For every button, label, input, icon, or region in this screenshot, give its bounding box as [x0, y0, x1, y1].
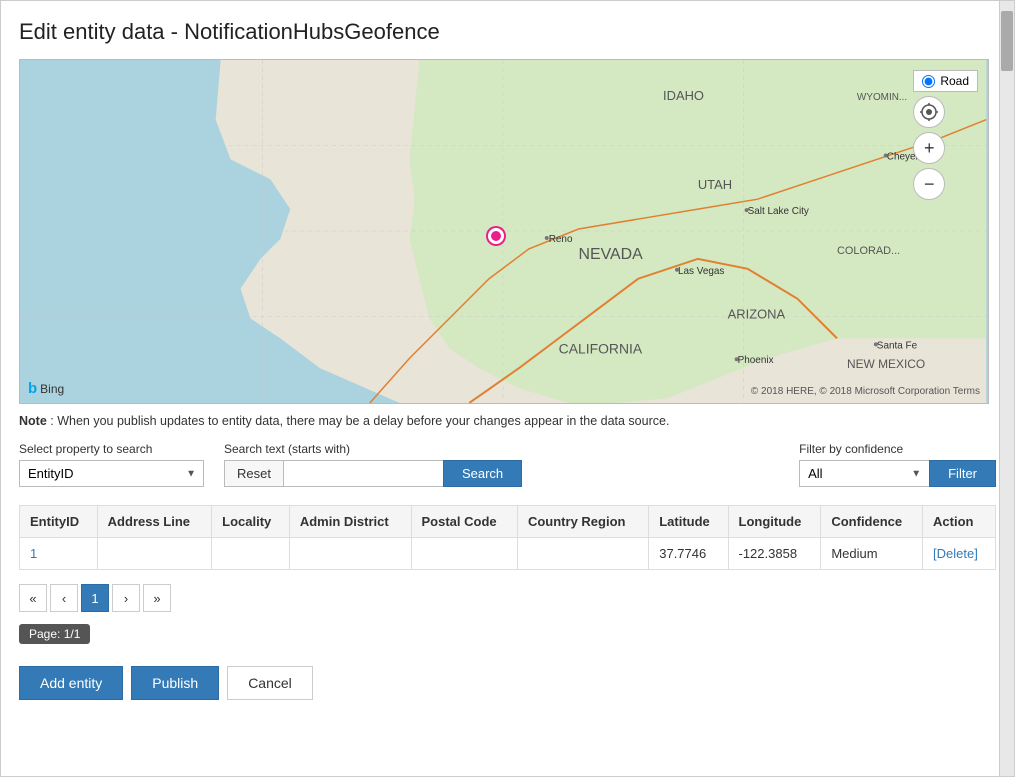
- search-text-label: Search text (starts with): [224, 442, 522, 456]
- svg-text:IDAHO: IDAHO: [663, 88, 704, 103]
- col-latitude: Latitude: [649, 506, 728, 538]
- map-road-label: Road: [940, 74, 969, 88]
- cell-address-line: [97, 538, 211, 570]
- property-search-label: Select property to search: [19, 442, 204, 456]
- table-header: EntityID Address Line Locality Admin Dis…: [20, 506, 996, 538]
- map-road-radio[interactable]: [922, 75, 935, 88]
- note-content: : When you publish updates to entity dat…: [50, 414, 669, 428]
- search-input[interactable]: [283, 460, 443, 487]
- search-text-group: Search text (starts with) Reset Search: [224, 442, 522, 487]
- search-bar: Select property to search EntityID Addre…: [19, 442, 996, 487]
- filter-row: All High Medium Low ▼ Filter: [799, 460, 996, 487]
- zoom-out-icon: −: [924, 174, 935, 195]
- main-window: Edit entity data - NotificationHubsGeofe…: [0, 0, 1015, 777]
- map-zoom-out-button[interactable]: −: [913, 168, 945, 200]
- publish-button[interactable]: Publish: [131, 666, 219, 700]
- reset-button[interactable]: Reset: [224, 460, 283, 487]
- bottom-buttons: Add entity Publish Cancel: [19, 666, 996, 700]
- filter-select[interactable]: All High Medium Low: [799, 460, 929, 487]
- first-page-button[interactable]: «: [19, 584, 47, 612]
- cell-admin-district: [289, 538, 411, 570]
- svg-text:Salt Lake City: Salt Lake City: [748, 206, 809, 217]
- svg-text:Santa Fe: Santa Fe: [877, 340, 918, 351]
- search-input-row: Reset Search: [224, 460, 522, 487]
- cell-action: [Delete]: [923, 538, 996, 570]
- next-page-button[interactable]: ›: [112, 584, 140, 612]
- cell-latitude: 37.7746: [649, 538, 728, 570]
- table-body: 1 37.7746 -122.3858 Medium [Delete]: [20, 538, 996, 570]
- filter-label: Filter by confidence: [799, 442, 996, 456]
- last-page-button[interactable]: »: [143, 584, 171, 612]
- svg-text:CALIFORNIA: CALIFORNIA: [559, 340, 643, 356]
- col-confidence: Confidence: [821, 506, 923, 538]
- page-info: Page: 1/1: [19, 624, 90, 644]
- col-address-line: Address Line: [97, 506, 211, 538]
- svg-text:UTAH: UTAH: [698, 177, 732, 192]
- map-location-button[interactable]: [913, 96, 945, 128]
- table-row: 1 37.7746 -122.3858 Medium [Delete]: [20, 538, 996, 570]
- location-icon: [920, 103, 938, 121]
- cell-confidence: Medium: [821, 538, 923, 570]
- cell-entity-id: 1: [20, 538, 98, 570]
- cell-locality: [212, 538, 290, 570]
- col-locality: Locality: [212, 506, 290, 538]
- cell-longitude: -122.3858: [728, 538, 821, 570]
- map-container[interactable]: NEVADA CALIFORNIA ARIZONA NEW MEXICO UTA…: [19, 59, 989, 404]
- search-button[interactable]: Search: [443, 460, 522, 487]
- cell-country-region: [517, 538, 648, 570]
- col-country-region: Country Region: [517, 506, 648, 538]
- map-svg: NEVADA CALIFORNIA ARIZONA NEW MEXICO UTA…: [20, 60, 988, 403]
- zoom-in-icon: +: [924, 138, 935, 159]
- map-pin: [488, 228, 504, 244]
- note-text: Note : When you publish updates to entit…: [19, 414, 996, 428]
- map-road-button[interactable]: Road: [913, 70, 978, 92]
- data-table: EntityID Address Line Locality Admin Dis…: [19, 505, 996, 570]
- property-select-wrapper: EntityID Address Line Locality Admin Dis…: [19, 460, 204, 487]
- add-entity-button[interactable]: Add entity: [19, 666, 123, 700]
- cell-postal-code: [411, 538, 517, 570]
- svg-text:Phoenix: Phoenix: [738, 355, 774, 366]
- filter-select-wrapper: All High Medium Low ▼: [799, 460, 929, 487]
- cancel-button[interactable]: Cancel: [227, 666, 313, 700]
- page-title: Edit entity data - NotificationHubsGeofe…: [19, 19, 996, 45]
- table-header-row: EntityID Address Line Locality Admin Dis…: [20, 506, 996, 538]
- bing-label: Bing: [40, 382, 64, 396]
- svg-text:Reno: Reno: [549, 234, 573, 245]
- scrollbar-thumb[interactable]: [1001, 11, 1013, 71]
- svg-text:Las Vegas: Las Vegas: [678, 266, 724, 277]
- filter-group: Filter by confidence All High Medium Low…: [799, 442, 996, 487]
- delete-link[interactable]: [Delete]: [933, 546, 978, 561]
- pagination: « ‹ 1 › »: [19, 580, 996, 616]
- svg-text:COLORAD...: COLORAD...: [837, 245, 900, 257]
- svg-text:NEW MEXICO: NEW MEXICO: [847, 357, 925, 371]
- map-controls: Road + −: [913, 70, 978, 200]
- svg-text:WYOMIN...: WYOMIN...: [857, 92, 907, 103]
- prev-page-button[interactable]: ‹: [50, 584, 78, 612]
- filter-button[interactable]: Filter: [929, 460, 996, 487]
- property-select[interactable]: EntityID Address Line Locality Admin Dis…: [19, 460, 204, 487]
- col-action: Action: [923, 506, 996, 538]
- col-postal-code: Postal Code: [411, 506, 517, 538]
- bing-logo: b Bing: [28, 380, 64, 397]
- col-longitude: Longitude: [728, 506, 821, 538]
- svg-text:NEVADA: NEVADA: [579, 246, 644, 263]
- note-label: Note: [19, 414, 47, 428]
- map-copyright: © 2018 HERE, © 2018 Microsoft Corporatio…: [751, 386, 980, 397]
- col-entity-id: EntityID: [20, 506, 98, 538]
- current-page-button[interactable]: 1: [81, 584, 109, 612]
- property-search-group: Select property to search EntityID Addre…: [19, 442, 204, 487]
- col-admin-district: Admin District: [289, 506, 411, 538]
- svg-text:ARIZONA: ARIZONA: [728, 306, 786, 321]
- map-zoom-in-button[interactable]: +: [913, 132, 945, 164]
- entity-id-link[interactable]: 1: [30, 546, 37, 561]
- bing-b-icon: b: [28, 380, 37, 397]
